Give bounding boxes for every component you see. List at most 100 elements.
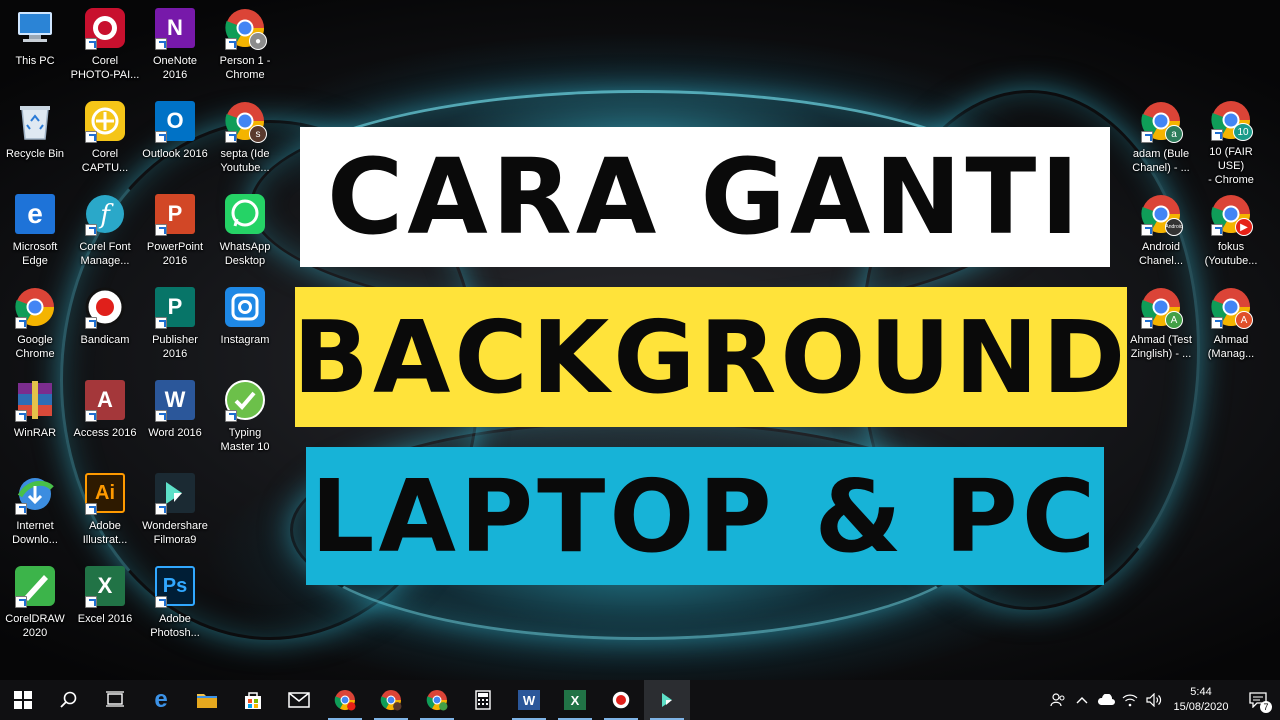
- taskbar-bandicam[interactable]: [598, 680, 644, 720]
- chrome-icon: ●: [223, 6, 267, 50]
- desktop-icon-label: OneNote 2016: [152, 55, 198, 81]
- tray-network-button[interactable]: [1118, 680, 1142, 720]
- outlook-icon: O: [153, 99, 197, 143]
- desktop-icon-publisher[interactable]: P Publisher 2016: [140, 279, 210, 367]
- desktop-icon-adam-chrome[interactable]: a adam (Bule Chanel) - ...: [1126, 93, 1196, 181]
- taskbar-word[interactable]: W: [506, 680, 552, 720]
- action-center-button[interactable]: 7: [1236, 680, 1280, 720]
- profile-badge-icon: ●: [249, 32, 267, 50]
- profile-badge-icon: a: [1165, 125, 1183, 143]
- title-banner-line1: CARA GANTI: [300, 127, 1110, 267]
- taskbar-calculator[interactable]: [460, 680, 506, 720]
- tray-onedrive-button[interactable]: [1094, 680, 1118, 720]
- photoshop-icon: Ps: [153, 564, 197, 608]
- desktop-icon-ahmad-manag-chrome[interactable]: A Ahmad (Manag...: [1196, 279, 1266, 367]
- desktop-icon-label: Corel Font Manage...: [79, 241, 131, 267]
- taskbar-excel[interactable]: X: [552, 680, 598, 720]
- bandicam-icon: [611, 690, 631, 710]
- desktop-icon-onenote[interactable]: N OneNote 2016: [140, 0, 210, 88]
- chrome-icon: [380, 690, 402, 711]
- start-icon: [14, 691, 32, 709]
- desktop-icon-septa-chrome[interactable]: s septa (Ide Youtube...: [210, 93, 280, 181]
- shortcut-arrow-icon: [155, 131, 167, 143]
- taskbar: e W X 5:44 15/08/2020 7: [0, 680, 1280, 720]
- calculator-icon: [475, 690, 491, 710]
- taskbar-store[interactable]: [230, 680, 276, 720]
- chrome-icon: [334, 690, 356, 711]
- shortcut-arrow-icon: [1141, 317, 1153, 329]
- search-icon: [60, 691, 77, 708]
- desktop-icon-adobe-photoshop[interactable]: Ps Adobe Photosh...: [140, 558, 210, 646]
- profile-badge-icon: Android: [1165, 218, 1183, 236]
- tray-show-hidden-button[interactable]: [1070, 680, 1094, 720]
- shortcut-arrow-icon: [225, 410, 237, 422]
- store-icon: [245, 692, 261, 709]
- youtube-badge-icon: ▶: [1235, 218, 1253, 236]
- shortcut-arrow-icon: [15, 596, 27, 608]
- chrome-icon: A: [1209, 285, 1253, 329]
- desktop-icon-corel-font-manager[interactable]: f Corel Font Manage...: [70, 186, 140, 274]
- desktop-icon-access[interactable]: A Access 2016: [70, 372, 140, 460]
- desktop-icon-powerpoint[interactable]: P PowerPoint 2016: [140, 186, 210, 274]
- desktop-icon-this-pc[interactable]: This PC: [0, 0, 70, 88]
- desktop-icon-instagram[interactable]: Instagram: [210, 279, 280, 367]
- desktop-icon-internet-download-manager[interactable]: Internet Downlo...: [0, 465, 70, 553]
- desktop-icon-winrar[interactable]: WinRAR: [0, 372, 70, 460]
- desktop-icon-label: PowerPoint 2016: [146, 241, 204, 267]
- shortcut-arrow-icon: [85, 224, 97, 236]
- desktop-icon-microsoft-edge[interactable]: e Microsoft Edge: [0, 186, 70, 274]
- profile-badge-icon: s: [249, 125, 267, 143]
- desktop-icon-ahmad-test-chrome[interactable]: A Ahmad (Test Zinglish) - ...: [1126, 279, 1196, 367]
- desktop-icon-person1-chrome[interactable]: ● Person 1 - Chrome: [210, 0, 280, 88]
- desktop-icon-label: Outlook 2016: [142, 148, 208, 160]
- desktop-icon-label: Access 2016: [73, 427, 137, 439]
- winrar-icon: [13, 378, 57, 422]
- access-icon: A: [83, 378, 127, 422]
- desktop-icon-whatsapp[interactable]: WhatsApp Desktop: [210, 186, 280, 274]
- taskbar-filmora[interactable]: [644, 680, 690, 720]
- computer-icon: [13, 6, 57, 50]
- desktop-icon-fair-use-chrome[interactable]: 10 10 (FAIR USE) - Chrome: [1196, 93, 1266, 186]
- tray-volume-button[interactable]: [1142, 680, 1166, 720]
- desktop-icon-typing-master[interactable]: Typing Master 10: [210, 372, 280, 460]
- taskbar-mail[interactable]: [276, 680, 322, 720]
- search-button[interactable]: [46, 680, 92, 720]
- start-button[interactable]: [0, 680, 46, 720]
- desktop-icon-bandicam[interactable]: Bandicam: [70, 279, 140, 367]
- taskbar-clock[interactable]: 5:44 15/08/2020: [1166, 685, 1236, 715]
- tray-people-button[interactable]: [1046, 680, 1070, 720]
- desktop-icon-adobe-illustrator[interactable]: Ai Adobe Illustrat...: [70, 465, 140, 553]
- desktop-icon-label: Corel PHOTO-PAI...: [70, 55, 140, 81]
- typing-master-icon: [223, 378, 267, 422]
- desktop-icon-fokus-chrome[interactable]: ▶ fokus (Youtube...: [1196, 186, 1266, 274]
- desktop-icon-corel-photo-paint[interactable]: Corel PHOTO-PAI...: [70, 0, 140, 88]
- shortcut-arrow-icon: [155, 317, 167, 329]
- shortcut-arrow-icon: [155, 38, 167, 50]
- taskbar-chrome-3[interactable]: [414, 680, 460, 720]
- cloud-icon: [1098, 694, 1115, 705]
- task-view-button[interactable]: [92, 680, 138, 720]
- desktop-icon-label: Publisher 2016: [152, 334, 198, 360]
- notification-count-badge: 7: [1260, 701, 1272, 713]
- profile-badge-icon: 10: [1233, 123, 1253, 141]
- taskbar-chrome-2[interactable]: [368, 680, 414, 720]
- taskbar-file-explorer[interactable]: [184, 680, 230, 720]
- taskbar-chrome-1[interactable]: [322, 680, 368, 720]
- shortcut-arrow-icon: [225, 38, 237, 50]
- desktop-icon-corel-capture[interactable]: Corel CAPTU...: [70, 93, 140, 181]
- shortcut-arrow-icon: [85, 596, 97, 608]
- desktop-icon-coreldraw[interactable]: CorelDRAW 2020: [0, 558, 70, 646]
- desktop-icon-google-chrome[interactable]: Google Chrome: [0, 279, 70, 367]
- desktop-icon-excel[interactable]: X Excel 2016: [70, 558, 140, 646]
- desktop-icon-label: Wondershare Filmora9: [142, 520, 208, 546]
- desktop-icon-word[interactable]: W Word 2016: [140, 372, 210, 460]
- chrome-icon: 10: [1209, 99, 1253, 141]
- desktop-icon-filmora9[interactable]: Wondershare Filmora9: [140, 465, 210, 553]
- desktop-icon-android-chrome[interactable]: Android Android Chanel...: [1126, 186, 1196, 274]
- desktop-icon-outlook[interactable]: O Outlook 2016: [140, 93, 210, 181]
- whatsapp-icon: [223, 192, 267, 236]
- excel-icon: X: [83, 564, 127, 608]
- desktop-icon-recycle-bin[interactable]: Recycle Bin: [0, 93, 70, 181]
- clock-date: 15/08/2020: [1173, 701, 1229, 713]
- taskbar-edge[interactable]: e: [138, 680, 184, 720]
